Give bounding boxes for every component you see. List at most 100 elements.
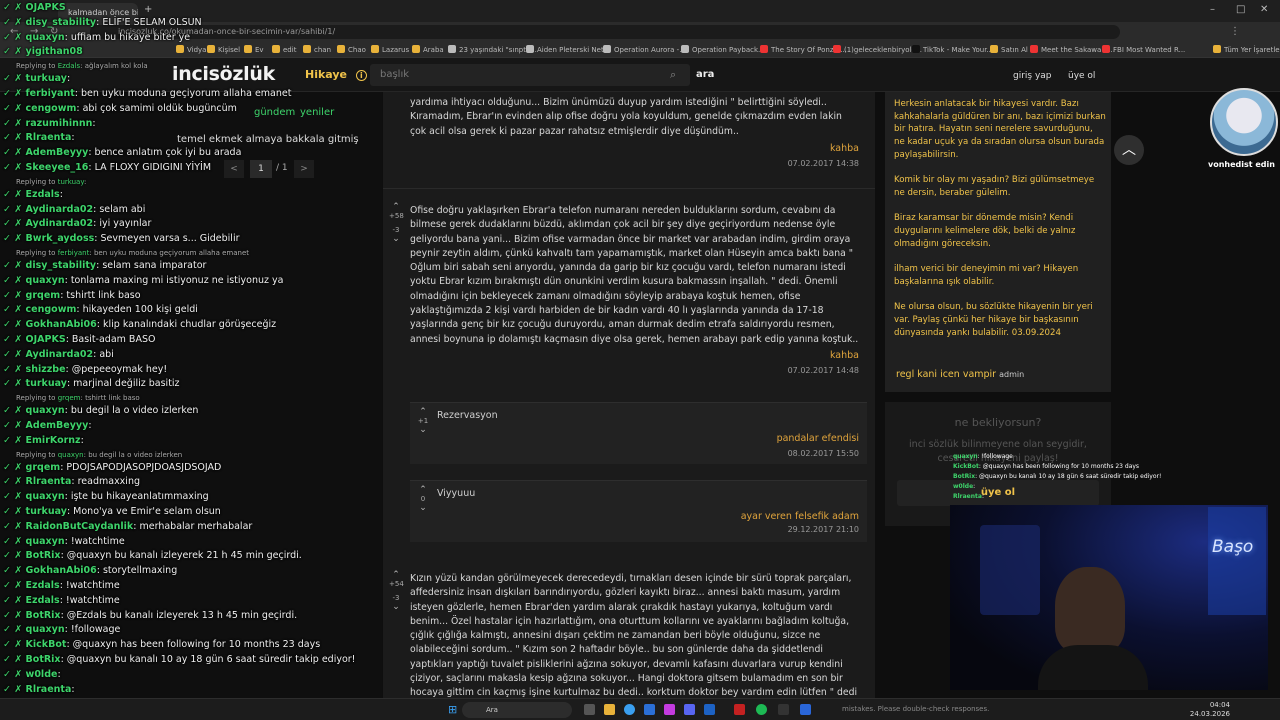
- chat-username[interactable]: grqem: [26, 290, 61, 301]
- site-logo[interactable]: incisözlük: [172, 63, 275, 85]
- chat-username[interactable]: turkuay: [26, 73, 67, 84]
- app-icon[interactable]: [644, 704, 655, 715]
- chat-username[interactable]: Aydinarda02: [26, 204, 94, 215]
- browser-icon[interactable]: [624, 704, 635, 715]
- bookmark-item[interactable]: edit: [272, 45, 296, 54]
- entry-author[interactable]: kahba: [830, 143, 859, 154]
- entry-date[interactable]: 08.02.2017 15:50: [788, 449, 859, 458]
- page-select[interactable]: 1: [250, 160, 272, 178]
- bookmark-item[interactable]: FBI Most Wanted R...: [1102, 45, 1185, 54]
- search-button[interactable]: ara: [696, 69, 714, 80]
- downvote-icon[interactable]: ⌄: [389, 602, 403, 612]
- chat-username[interactable]: Rlraenta: [26, 476, 72, 487]
- bookmark-item[interactable]: Kişisel: [207, 45, 240, 54]
- entry-date[interactable]: 29.12.2017 21:10: [788, 525, 859, 534]
- chat-username[interactable]: KickBot: [26, 639, 67, 650]
- chat-username[interactable]: Aydinarda02: [26, 218, 94, 229]
- section-title[interactable]: Hikaye i: [305, 68, 367, 81]
- chat-username[interactable]: quaxyn: [26, 536, 65, 547]
- downvote-icon[interactable]: ⌄: [416, 503, 430, 513]
- chat-username[interactable]: BotRix: [26, 610, 61, 621]
- chat-username[interactable]: quaxyn: [26, 405, 65, 416]
- bookmark-item[interactable]: (1)geleceklenbiryolc...: [833, 45, 922, 54]
- url-input[interactable]: incisozluk.co/okumadan-once-bir-secimin-…: [90, 25, 1120, 39]
- chat-username[interactable]: Ezdals: [26, 189, 60, 200]
- chat-username[interactable]: cengowm: [26, 304, 77, 315]
- chat-username[interactable]: quaxyn: [26, 275, 65, 286]
- chat-username[interactable]: quaxyn: [26, 32, 65, 43]
- new-tab-button[interactable]: +: [144, 4, 152, 15]
- bookmark-item[interactable]: Araba: [412, 45, 444, 54]
- chat-username[interactable]: AdemBeyyy: [26, 147, 89, 158]
- entry-author[interactable]: ayar veren felsefik adam: [741, 511, 859, 522]
- chat-username[interactable]: Aydinarda02: [26, 349, 94, 360]
- bookmark-item[interactable]: Operation Payback...: [681, 45, 765, 54]
- entry-author[interactable]: kahba: [830, 350, 859, 361]
- bookmark-item[interactable]: Satın Al: [990, 45, 1028, 54]
- prev-page-button[interactable]: <: [224, 160, 244, 178]
- chat-username[interactable]: EmirKornz: [26, 435, 81, 446]
- search-input[interactable]: başlık: [370, 64, 690, 86]
- bookmark-item[interactable]: Lazarus: [371, 45, 409, 54]
- chat-username[interactable]: Rlraenta: [26, 684, 72, 695]
- tab-gundem[interactable]: gündem: [254, 107, 295, 118]
- scroll-to-top-button[interactable]: ︿: [1114, 135, 1144, 165]
- chat-username[interactable]: GokhanAbi06: [26, 319, 97, 330]
- chat-username[interactable]: Skeeyee_16: [26, 162, 89, 173]
- chat-username[interactable]: yigithan08: [26, 46, 83, 57]
- upvote-icon[interactable]: ⌃: [389, 202, 403, 212]
- chat-username[interactable]: GokhanAbi06: [26, 565, 97, 576]
- chat-username[interactable]: grqem: [26, 462, 61, 473]
- bookmark-item[interactable]: Operation Aurora -...: [603, 45, 686, 54]
- entry-date[interactable]: 07.02.2017 14:38: [788, 159, 859, 168]
- chat-username[interactable]: RaidonButCaydanlik: [26, 521, 134, 532]
- bookmark-item[interactable]: Chao: [337, 45, 366, 54]
- chat-username[interactable]: shizzbe: [26, 364, 66, 375]
- downvote-icon[interactable]: ⌄: [416, 425, 430, 435]
- chat-username[interactable]: razumihinnn: [26, 118, 93, 129]
- chat-username[interactable]: disy_stability: [26, 17, 97, 28]
- minimize-icon[interactable]: –: [1210, 4, 1215, 15]
- bookmark-item[interactable]: 23 yaşındaki "sınpto...: [448, 45, 537, 54]
- close-window-icon[interactable]: ✕: [1260, 4, 1268, 15]
- downvote-icon[interactable]: ⌄: [389, 234, 403, 244]
- topic-owner[interactable]: regl kani icen vampir admin: [896, 369, 1024, 380]
- upvote-icon[interactable]: ⌃: [389, 570, 403, 580]
- entry-author[interactable]: pandalar efendisi: [777, 433, 859, 444]
- chat-username[interactable]: Rlraenta: [26, 132, 72, 143]
- bookmark-item[interactable]: Ev: [244, 45, 264, 54]
- app-icon[interactable]: [704, 704, 715, 715]
- start-icon[interactable]: ⊞: [448, 703, 457, 716]
- tab-yeniler[interactable]: yeniler: [300, 107, 334, 118]
- task-view-icon[interactable]: [584, 704, 595, 715]
- topic-link[interactable]: temel ekmek almaya bakkala gitmiş: [177, 134, 359, 145]
- chat-username[interactable]: quaxyn: [26, 624, 65, 635]
- login-link[interactable]: giriş yap: [1013, 71, 1052, 81]
- spotify-icon[interactable]: [756, 704, 767, 715]
- chat-username[interactable]: OJAPKS: [26, 334, 66, 345]
- taskbar-search[interactable]: Ara: [462, 702, 572, 718]
- app-icon[interactable]: [778, 704, 789, 715]
- entry-date[interactable]: 07.02.2017 14:48: [788, 366, 859, 375]
- discord-icon[interactable]: [684, 704, 695, 715]
- menu-icon[interactable]: ⋮: [1230, 26, 1240, 37]
- chat-username[interactable]: Bwrk_aydoss: [26, 233, 95, 244]
- file-explorer-icon[interactable]: [604, 704, 615, 715]
- signup-link[interactable]: üye ol: [1068, 71, 1095, 81]
- chat-username[interactable]: disy_stability: [26, 260, 97, 271]
- chat-username[interactable]: BotRix: [26, 654, 61, 665]
- search-icon[interactable]: ⌕: [670, 68, 676, 82]
- chat-username[interactable]: quaxyn: [26, 491, 65, 502]
- next-page-button[interactable]: >: [294, 160, 314, 178]
- app-icon[interactable]: [800, 704, 811, 715]
- app-icon[interactable]: [734, 704, 745, 715]
- bookmark-item[interactable]: Aiden Pleterski Net...: [526, 45, 610, 54]
- info-icon[interactable]: i: [355, 70, 367, 81]
- bookmark-item[interactable]: Vidya: [176, 45, 206, 54]
- bookmark-item[interactable]: chan: [303, 45, 331, 54]
- chat-username[interactable]: cengowm: [26, 103, 77, 114]
- bookmark-item[interactable]: Tüm Yer İşaretleri: [1213, 45, 1280, 54]
- chat-username[interactable]: turkuay: [26, 506, 67, 517]
- chat-username[interactable]: w0lde: [26, 669, 58, 680]
- chat-username[interactable]: OJAPKS: [26, 2, 66, 13]
